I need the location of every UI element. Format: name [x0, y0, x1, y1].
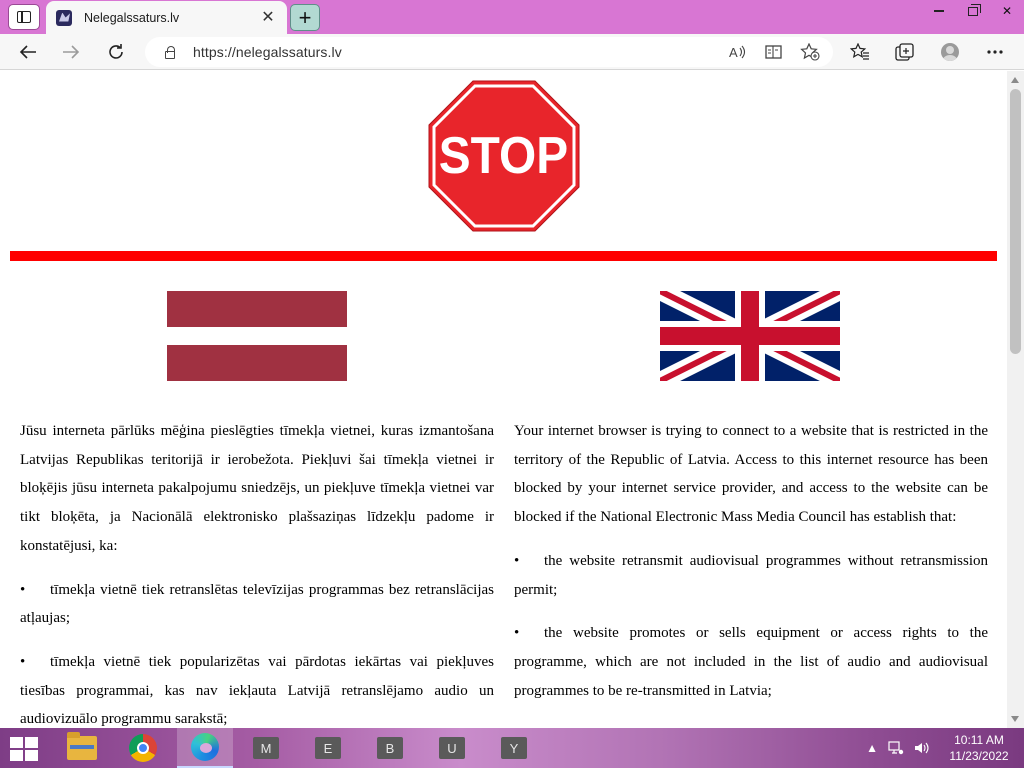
- app-b-icon: B: [377, 737, 403, 759]
- page-viewport: STOP Jūsu interneta pārlūks mēģina piesl…: [0, 71, 1007, 728]
- add-favorite-icon[interactable]: [797, 40, 823, 64]
- immersive-reader-icon[interactable]: [761, 40, 787, 64]
- app-u-icon: U: [439, 737, 465, 759]
- english-bullet-1-text: the website retransmit audiovisual progr…: [514, 552, 988, 598]
- refresh-icon: [109, 44, 123, 59]
- app-e-icon: E: [315, 737, 341, 759]
- tab-close-icon[interactable]: ✕: [259, 9, 277, 27]
- favorites-icon: [850, 43, 869, 60]
- windows-logo-pane: [10, 750, 23, 761]
- latvian-bullet-2: • tīmekļa vietnē tiek popularizētas vai p…: [20, 648, 494, 728]
- browser-toolbar: https://nelegalssaturs.lv A: [0, 34, 1024, 70]
- stop-sign-logo: STOP: [428, 80, 580, 232]
- taskbar-app-b[interactable]: B: [362, 728, 418, 768]
- latvia-flag-stripe: [167, 327, 347, 345]
- app-m-icon: M: [253, 737, 279, 759]
- bullet-glyph: •: [514, 552, 520, 569]
- tab-actions-button[interactable]: [8, 4, 40, 30]
- taskbar-app-e[interactable]: E: [300, 728, 356, 768]
- more-icon: [987, 50, 1003, 54]
- refresh-button[interactable]: [102, 38, 130, 66]
- edge-icon: [191, 733, 219, 761]
- english-bullet-1: • the website retransmit audiovisual prog…: [514, 547, 988, 604]
- browser-tab[interactable]: Nelegalssaturs.lv ✕: [46, 1, 287, 34]
- collections-icon: [895, 43, 914, 61]
- app-y-icon: Y: [501, 737, 527, 759]
- windows-logo-icon: [10, 737, 23, 748]
- taskbar: M E B U Y ▲ 10:11 AM 11/23/2022: [0, 728, 1024, 768]
- settings-more-button[interactable]: [981, 38, 1009, 66]
- restore-button[interactable]: [956, 0, 990, 22]
- close-window-button[interactable]: ✕: [990, 0, 1024, 22]
- stop-text: STOP: [439, 126, 568, 184]
- latvian-text-column: Jūsu interneta pārlūks mēģina pieslēgtie…: [20, 417, 494, 728]
- window-controls: ✕: [922, 0, 1024, 24]
- windows-logo-pane: [25, 737, 38, 748]
- system-tray: ▲ 10:11 AM 11/23/2022: [866, 728, 1024, 768]
- clock-time: 10:11 AM: [954, 733, 1004, 747]
- back-button[interactable]: [14, 38, 42, 66]
- latvian-intro: Jūsu interneta pārlūks mēģina pieslēgtie…: [20, 423, 494, 554]
- vertical-scrollbar[interactable]: [1007, 71, 1024, 728]
- taskbar-chrome[interactable]: [115, 728, 171, 768]
- new-tab-button[interactable]: +: [290, 4, 320, 31]
- clock-date: 11/23/2022: [949, 749, 1009, 763]
- scroll-thumb[interactable]: [1010, 89, 1021, 354]
- profile-icon: [941, 43, 959, 61]
- address-bar[interactable]: https://nelegalssaturs.lv A: [145, 37, 833, 67]
- back-icon: [19, 45, 36, 59]
- read-aloud-icon[interactable]: A: [725, 40, 751, 64]
- uk-flag[interactable]: [660, 291, 840, 381]
- taskbar-app-y[interactable]: Y: [486, 728, 542, 768]
- restore-icon: [968, 3, 981, 16]
- url-text: https://nelegalssaturs.lv: [193, 44, 342, 60]
- minimize-icon: [934, 10, 944, 12]
- folder-icon: [67, 732, 97, 760]
- bullet-glyph: •: [20, 581, 26, 598]
- favorites-button[interactable]: [846, 38, 874, 66]
- bullet-glyph: •: [514, 625, 520, 642]
- tab-actions-icon: [17, 11, 31, 23]
- taskbar-app-m[interactable]: M: [238, 728, 294, 768]
- taskbar-clock[interactable]: 10:11 AM 11/23/2022: [940, 732, 1018, 764]
- start-button[interactable]: [10, 737, 38, 761]
- title-bar: Nelegalssaturs.lv ✕ + ✕: [0, 0, 1024, 34]
- latvia-flag[interactable]: [167, 291, 347, 381]
- forward-button[interactable]: [57, 38, 85, 66]
- profile-button[interactable]: [936, 38, 964, 66]
- tab-title: Nelegalssaturs.lv: [84, 10, 180, 25]
- chevron-up-icon[interactable]: ▲: [866, 741, 878, 755]
- english-text-column: Your internet browser is trying to conne…: [514, 417, 988, 720]
- taskbar-edge[interactable]: [177, 728, 233, 768]
- windows-logo-pane: [25, 750, 38, 761]
- taskbar-app-u[interactable]: U: [424, 728, 480, 768]
- latvian-bullet-2-text: tīmekļa vietnē tiek popularizētas vai pā…: [20, 653, 494, 728]
- collections-button[interactable]: [891, 38, 919, 66]
- site-favicon-icon: [56, 9, 72, 26]
- english-bullet-2-text: the website promotes or sells equipment …: [514, 625, 988, 699]
- scroll-up-icon[interactable]: [1011, 77, 1019, 83]
- taskbar-file-explorer[interactable]: [54, 728, 110, 768]
- divider-bar: [10, 251, 997, 261]
- forward-icon: [63, 45, 80, 59]
- bullet-glyph: •: [20, 653, 26, 670]
- network-icon[interactable]: [888, 741, 904, 755]
- latvian-bullet-1: • tīmekļa vietnē tiek retranslētas televī…: [20, 576, 494, 633]
- latvian-bullet-1-text: tīmekļa vietnē tiek retranslētas televīz…: [20, 581, 494, 627]
- svg-text:A: A: [729, 45, 738, 60]
- english-bullet-2: • the website promotes or sells equipment…: [514, 619, 988, 705]
- chrome-icon: [129, 734, 157, 762]
- english-intro: Your internet browser is trying to conne…: [514, 423, 988, 526]
- minimize-button[interactable]: [922, 0, 956, 22]
- volume-icon[interactable]: [914, 741, 930, 755]
- scroll-down-icon[interactable]: [1011, 716, 1019, 722]
- lock-icon: [165, 46, 175, 59]
